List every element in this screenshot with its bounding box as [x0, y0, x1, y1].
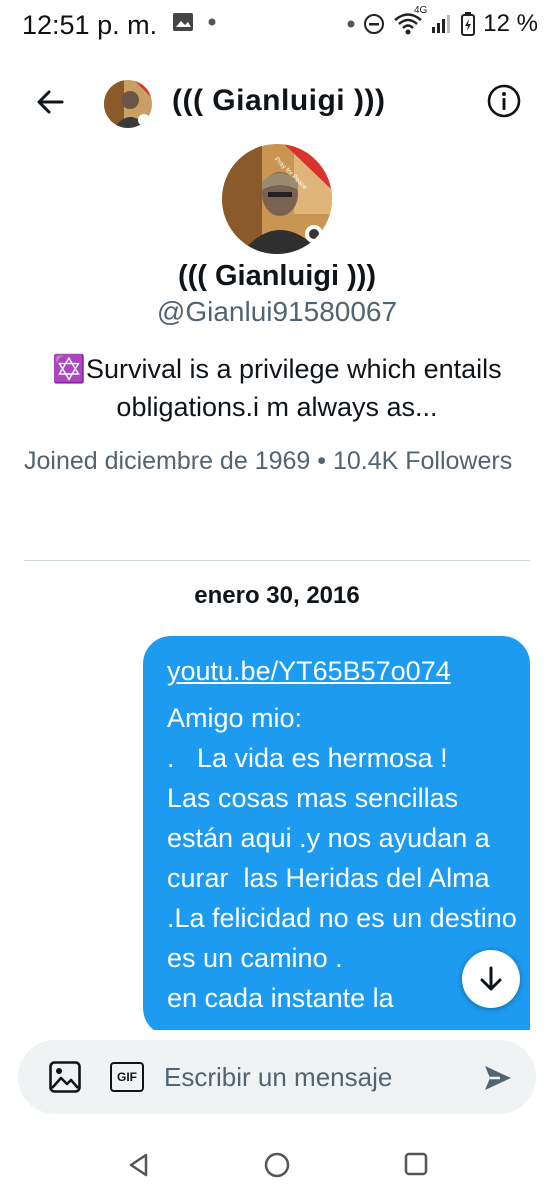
status-time: 12:51 p. m. — [22, 10, 158, 40]
arrow-left-icon — [37, 90, 64, 114]
header-avatar[interactable] — [104, 80, 152, 128]
dot-icon — [208, 18, 216, 26]
do-not-disturb-icon — [364, 14, 385, 34]
gif-label: GIF — [117, 1070, 137, 1084]
system-recents-button[interactable] — [402, 1150, 430, 1178]
conversation-header: ((( Gianluigi ))) — [0, 60, 554, 144]
conversation-date: enero 30, 2016 — [194, 582, 360, 609]
system-home-button[interactable] — [262, 1150, 292, 1180]
add-gif-button[interactable]: GIF — [110, 1062, 144, 1092]
profile-bio: ✡️Survival is a privilege which entails … — [52, 354, 502, 422]
info-button[interactable] — [485, 82, 523, 120]
cell-signal-icon — [432, 15, 451, 33]
send-button[interactable] — [482, 1062, 514, 1094]
profile-avatar[interactable]: Pray for Peace — [222, 144, 332, 254]
scroll-to-bottom-button[interactable] — [462, 950, 520, 1008]
info-icon — [487, 84, 521, 118]
circle-home-icon — [264, 1152, 290, 1178]
battery-icon — [461, 12, 476, 36]
add-image-button[interactable] — [48, 1060, 82, 1094]
back-button[interactable] — [30, 82, 70, 122]
system-navigation-bar — [0, 1130, 554, 1200]
profile-meta: Joined diciembre de 1969 • 10.4K Followe… — [24, 447, 513, 475]
dot-icon — [347, 20, 355, 28]
header-title[interactable]: ((( Gianluigi ))) — [172, 84, 385, 118]
battery-percent: 12 % — [483, 10, 538, 37]
square-recents-icon — [404, 1152, 428, 1176]
system-back-button[interactable] — [124, 1150, 154, 1180]
arrow-down-icon — [480, 966, 502, 991]
image-icon — [49, 1061, 81, 1093]
message-input[interactable] — [164, 1058, 454, 1096]
divider — [24, 560, 530, 561]
message-link[interactable]: youtu.be/YT65B57o074 — [167, 656, 451, 687]
profile-name: ((( Gianluigi ))) — [177, 260, 377, 292]
network-type-label: 4G — [413, 5, 428, 16]
message-composer: GIF — [18, 1040, 536, 1114]
triangle-back-icon — [129, 1153, 148, 1177]
send-icon — [485, 1066, 511, 1090]
status-bar: 12:51 p. m. 4G 12 % — [0, 0, 554, 52]
wifi-signal-icon: 4G — [393, 5, 427, 37]
gallery-notification-icon — [173, 13, 193, 31]
profile-handle: @Gianlui91580067 — [156, 296, 398, 327]
